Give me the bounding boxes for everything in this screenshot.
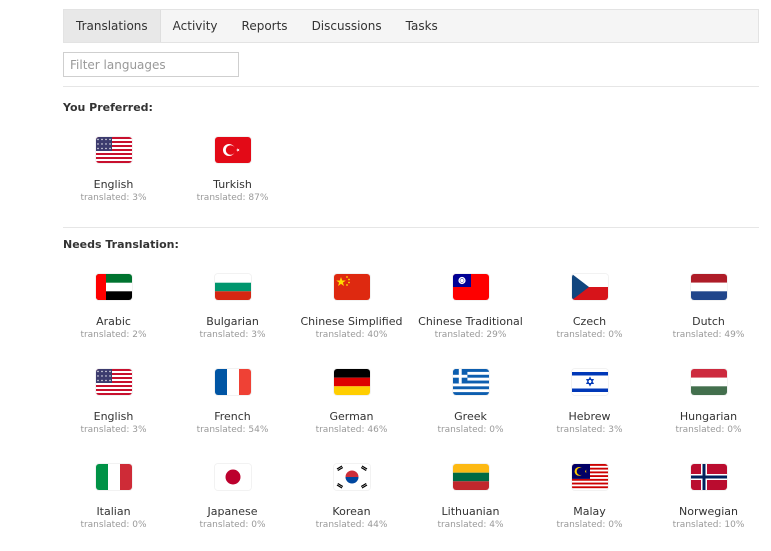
language-name: Lithuanian [441, 505, 500, 518]
tr-flag-icon [214, 137, 251, 163]
tab-activity[interactable]: Activity [161, 10, 230, 42]
tab-reports[interactable]: Reports [230, 10, 300, 42]
language-name: Turkish [213, 178, 252, 191]
language-card-chinese-traditional[interactable]: Chinese Traditional translated: 29% [411, 266, 530, 361]
language-card-italian[interactable]: Italian translated: 0% [54, 456, 173, 551]
translation-progress: translated: 87% [196, 193, 269, 203]
translation-progress: translated: 4% [437, 520, 504, 530]
translation-progress: translated: 10% [672, 520, 745, 530]
language-name: Italian [96, 505, 131, 518]
my-flag-icon [571, 464, 608, 490]
language-card-bulgarian[interactable]: Bulgarian translated: 3% [173, 266, 292, 361]
language-card-malay[interactable]: Malay translated: 0% [530, 456, 649, 551]
translation-progress: translated: 44% [315, 520, 388, 530]
language-name: Czech [572, 315, 607, 328]
language-name: Hungarian [679, 410, 738, 423]
language-card-chinese-simplified[interactable]: Chinese Simplified translated: 40% [292, 266, 411, 361]
needs-translation-grid: Arabic translated: 2% Bulgarian translated:… [54, 266, 764, 551]
divider [63, 86, 759, 87]
divider [63, 227, 759, 228]
translation-progress: translated: 0% [199, 520, 266, 530]
no-flag-icon [690, 464, 727, 490]
translation-progress: translated: 3% [80, 193, 147, 203]
fr-flag-icon [214, 369, 251, 395]
language-card-norwegian[interactable]: Norwegian translated: 10% [649, 456, 768, 551]
language-name: English [93, 410, 134, 423]
language-card-lithuanian[interactable]: Lithuanian translated: 4% [411, 456, 530, 551]
bg-flag-icon [214, 274, 251, 300]
translation-progress: translated: 29% [434, 330, 507, 340]
language-name: Hebrew [568, 410, 611, 423]
translation-progress: translated: 3% [80, 425, 147, 435]
hu-flag-icon [690, 369, 727, 395]
cn-flag-icon [333, 274, 370, 300]
filter-languages-input[interactable] [63, 52, 239, 77]
language-card-hungarian[interactable]: Hungarian translated: 0% [649, 361, 768, 456]
jp-flag-icon [214, 464, 251, 490]
translation-progress: translated: 40% [315, 330, 388, 340]
translation-progress: translated: 3% [199, 330, 266, 340]
us-flag-icon [95, 137, 132, 163]
language-card-turkish[interactable]: Turkish translated: 87% [173, 129, 292, 224]
il-flag-icon [571, 369, 608, 395]
tab-tasks[interactable]: Tasks [394, 10, 450, 42]
language-name: Greek [454, 410, 487, 423]
translation-progress: translated: 0% [556, 520, 623, 530]
translation-progress: translated: 0% [556, 330, 623, 340]
language-card-hebrew[interactable]: Hebrew translated: 3% [530, 361, 649, 456]
tab-translations[interactable]: Translations [64, 10, 161, 42]
translation-progress: translated: 49% [672, 330, 745, 340]
language-name: Chinese Traditional [418, 315, 523, 328]
language-name: German [329, 410, 374, 423]
translation-progress: translated: 0% [675, 425, 742, 435]
language-name: Japanese [207, 505, 258, 518]
language-name: Korean [332, 505, 371, 518]
translation-progress: translated: 0% [80, 520, 147, 530]
ae-flag-icon [95, 274, 132, 300]
language-card-arabic[interactable]: Arabic translated: 2% [54, 266, 173, 361]
tw-flag-icon [452, 274, 489, 300]
language-name: Dutch [692, 315, 725, 328]
language-name: English [93, 178, 134, 191]
tab-discussions[interactable]: Discussions [300, 10, 394, 42]
language-name: Chinese Simplified [300, 315, 403, 328]
preferred-section-title: You Preferred: [63, 101, 153, 114]
tab-bar: Translations Activity Reports Discussion… [63, 9, 759, 43]
language-card-japanese[interactable]: Japanese translated: 0% [173, 456, 292, 551]
language-card-english[interactable]: English translated: 3% [54, 361, 173, 456]
language-name: Malay [573, 505, 606, 518]
translation-progress: translated: 3% [556, 425, 623, 435]
language-card-korean[interactable]: Korean translated: 44% [292, 456, 411, 551]
translation-progress: translated: 2% [80, 330, 147, 340]
translation-progress: translated: 0% [437, 425, 504, 435]
translation-progress: translated: 46% [315, 425, 388, 435]
nl-flag-icon [690, 274, 727, 300]
de-flag-icon [333, 369, 370, 395]
gr-flag-icon [452, 369, 489, 395]
language-name: Arabic [96, 315, 131, 328]
language-card-dutch[interactable]: Dutch translated: 49% [649, 266, 768, 361]
preferred-languages-grid: English translated: 3% Turkish translated: … [54, 129, 764, 224]
translation-progress: translated: 54% [196, 425, 269, 435]
language-card-french[interactable]: French translated: 54% [173, 361, 292, 456]
language-card-czech[interactable]: Czech translated: 0% [530, 266, 649, 361]
language-name: Norwegian [679, 505, 738, 518]
kr-flag-icon [333, 464, 370, 490]
language-card-greek[interactable]: Greek translated: 0% [411, 361, 530, 456]
language-name: French [214, 410, 251, 423]
language-card-english[interactable]: English translated: 3% [54, 129, 173, 224]
language-name: Bulgarian [206, 315, 259, 328]
it-flag-icon [95, 464, 132, 490]
lt-flag-icon [452, 464, 489, 490]
us-flag-icon [95, 369, 132, 395]
language-card-german[interactable]: German translated: 46% [292, 361, 411, 456]
needs-section-title: Needs Translation: [63, 238, 179, 251]
cz-flag-icon [571, 274, 608, 300]
